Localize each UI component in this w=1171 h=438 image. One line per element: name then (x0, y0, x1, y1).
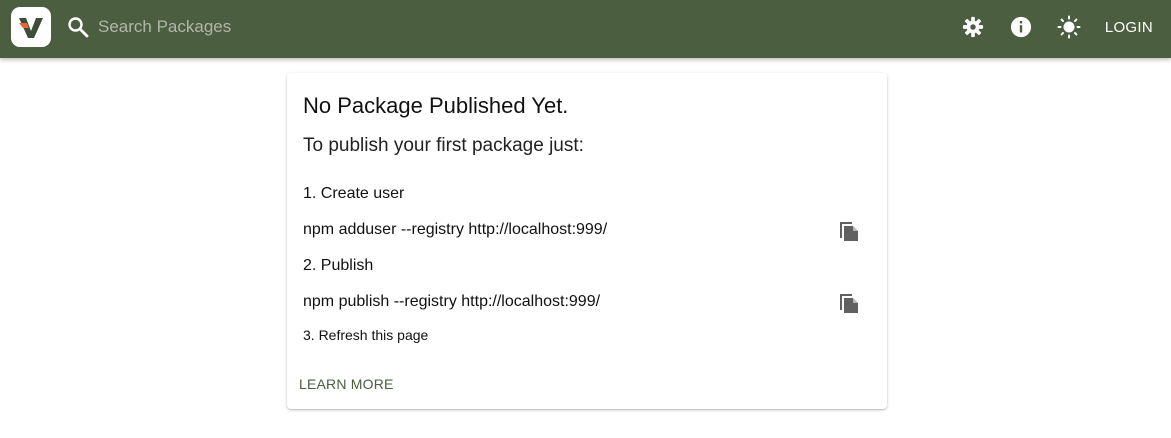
gear-icon (962, 16, 983, 38)
info-button[interactable] (997, 3, 1045, 51)
info-icon (1010, 16, 1031, 38)
logo-button[interactable] (11, 7, 51, 47)
login-button[interactable]: LOGIN (1093, 9, 1171, 45)
command-row-publish: npm publish --registry http://localhost:… (303, 286, 863, 318)
copy-icon (840, 294, 858, 313)
header-actions: LOGIN (949, 0, 1171, 54)
card-title: No Package Published Yet. (303, 93, 569, 118)
card-subtitle: To publish your first package just: (303, 135, 584, 156)
search-bar (66, 12, 666, 42)
command-row-adduser: npm adduser --registry http://localhost:… (303, 214, 863, 246)
no-packages-card: No Package Published Yet. To publish you… (287, 73, 887, 409)
sun-icon (1057, 15, 1081, 39)
search-input[interactable] (98, 17, 598, 37)
copy-publish-button[interactable] (835, 288, 863, 316)
step-refresh: 3. Refresh this page (303, 327, 429, 343)
top-app-bar: LOGIN (0, 0, 1171, 58)
copy-adduser-button[interactable] (835, 216, 863, 244)
step-publish: 2. Publish (303, 257, 374, 274)
learn-more-button[interactable]: LEARN MORE (299, 376, 394, 392)
adduser-command: npm adduser --registry http://localhost:… (303, 221, 608, 238)
publish-command: npm publish --registry http://localhost:… (303, 293, 601, 310)
search-icon (68, 17, 89, 38)
copy-icon (840, 222, 858, 241)
settings-button[interactable] (949, 3, 997, 51)
logo-icon (19, 18, 43, 38)
theme-toggle-button[interactable] (1045, 3, 1093, 51)
step-create-user: 1. Create user (303, 185, 405, 202)
